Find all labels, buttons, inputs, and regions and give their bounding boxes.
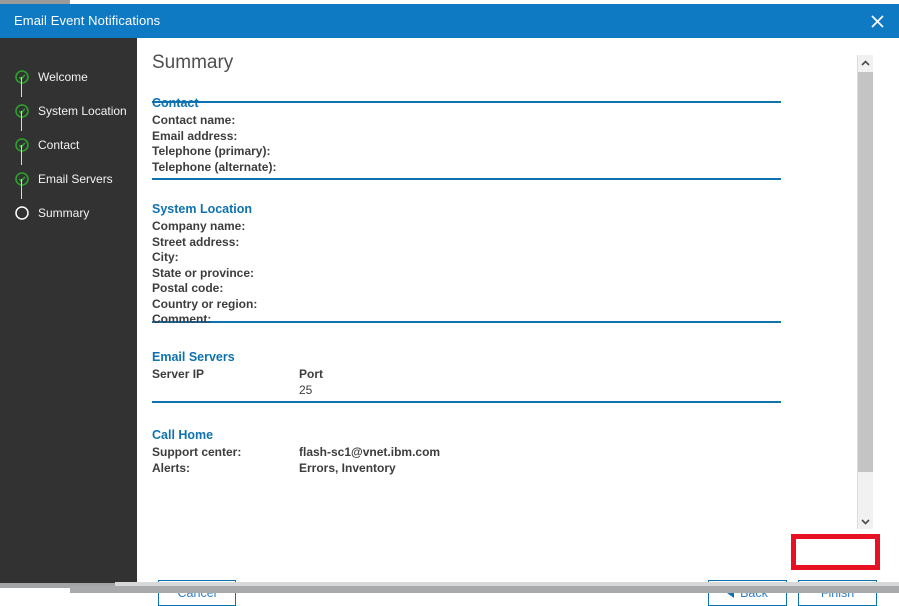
- summary-field-label: Telephone (alternate):: [152, 159, 277, 174]
- table-header-row: Server IP Port: [152, 367, 446, 383]
- scroll-up-button[interactable]: [858, 55, 873, 71]
- summary-field-row: Alerts: Errors, Inventory: [152, 461, 440, 477]
- summary-field-row: Postal code:: [152, 281, 299, 297]
- section-title: System Location: [152, 202, 253, 216]
- empty-circle-icon: [15, 206, 29, 220]
- check-circle-icon: [15, 138, 29, 152]
- summary-field-row: State or province:: [152, 266, 299, 282]
- summary-field-value: Errors, Inventory: [299, 460, 396, 475]
- summary-field-label: City:: [152, 250, 179, 264]
- sidebar-step-label: Email Servers: [38, 172, 113, 186]
- summary-field-value: flash-sc1@vnet.ibm.com: [299, 445, 441, 459]
- summary-field-label: Street address:: [152, 234, 240, 249]
- sidebar-step-label: System Location: [38, 104, 127, 118]
- check-circle-icon: [15, 104, 29, 118]
- table-row: 25: [152, 383, 446, 399]
- sidebar-step-summary[interactable]: Summary: [0, 196, 137, 230]
- summary-field-label: Contact name:: [152, 113, 236, 127]
- summary-field-label: State or province:: [152, 265, 255, 280]
- table-cell: [152, 383, 299, 399]
- summary-field-row: Telephone (alternate):: [152, 160, 299, 176]
- summary-field-row: Email address:: [152, 129, 299, 145]
- summary-field-row: Comment:: [152, 312, 299, 328]
- summary-field-row: Support center: flash-sc1@vnet.ibm.com: [152, 445, 440, 461]
- chevron-down-icon: [861, 512, 870, 530]
- section-divider: [152, 178, 781, 180]
- summary-field-label: Company name:: [152, 219, 246, 233]
- section-contact: Contact Contact name: Email address: Teleph…: [152, 95, 299, 175]
- scroll-down-button[interactable]: [858, 513, 873, 529]
- summary-field-row: City:: [152, 250, 299, 266]
- summary-field-row: Street address:: [152, 235, 299, 251]
- section-title: Call Home: [152, 428, 214, 442]
- section-call-home: Call Home Support center: flash-sc1@vnet.i…: [152, 427, 440, 476]
- close-button[interactable]: [855, 4, 899, 38]
- section-email-servers: Email Servers Server IP Port 25: [152, 349, 446, 398]
- sidebar-step-label: Welcome: [38, 70, 88, 84]
- section-divider: [152, 401, 781, 403]
- scrollbar-thumb[interactable]: [858, 72, 873, 472]
- summary-field-label: Email address:: [152, 128, 238, 143]
- summary-field-row: Company name:: [152, 219, 299, 235]
- summary-field-label: Telephone (primary):: [152, 144, 271, 158]
- sidebar-step-label: Contact: [38, 138, 80, 152]
- window-bottom-shadow: [70, 586, 899, 593]
- wizard-sidebar: Welcome System Location Contact Email Serve…: [0, 38, 137, 583]
- summary-field-label: Alerts:: [152, 460, 191, 475]
- section-title: Contact: [152, 96, 199, 110]
- sidebar-step-label: Summary: [38, 206, 90, 220]
- table-cell: 25: [299, 382, 313, 397]
- summary-field-label: Postal code:: [152, 281, 224, 295]
- check-circle-icon: [15, 70, 29, 84]
- chevron-up-icon: [861, 54, 870, 72]
- close-x-icon: [870, 14, 884, 28]
- window-title: Email Event Notifications: [14, 13, 161, 28]
- dialog-footer: Cancel Back Finish: [137, 530, 899, 606]
- section-system-location: System Location Company name: Street addre…: [152, 201, 299, 328]
- title-bar: Email Event Notifications: [0, 4, 899, 38]
- main-panel: Summary Contact Contact name: Email addres…: [137, 38, 899, 606]
- summary-field-label: Country or region:: [152, 296, 258, 311]
- table-column-header: Port: [299, 367, 323, 381]
- table-column-header: Server IP: [152, 367, 205, 381]
- summary-field-row: Telephone (primary):: [152, 144, 299, 160]
- dialog-window: Email Event Notifications Welcome System …: [0, 0, 899, 606]
- summary-field-row: Contact name:: [152, 113, 299, 129]
- check-circle-icon: [15, 172, 29, 186]
- summary-field-row: Country or region:: [152, 297, 299, 313]
- vertical-scrollbar[interactable]: [857, 55, 873, 529]
- section-title: Email Servers: [152, 350, 235, 364]
- summary-field-label: Comment:: [152, 312, 212, 326]
- summary-scroll-area: Contact Contact name: Email address: Teleph…: [137, 38, 873, 530]
- summary-field-label: Support center:: [152, 445, 242, 459]
